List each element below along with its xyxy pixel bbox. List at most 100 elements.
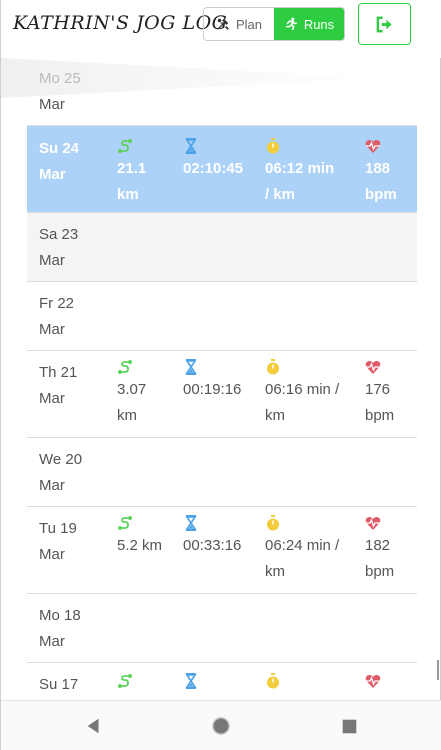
day-row[interactable]: Mo 18 Mar	[27, 594, 417, 663]
month-label: Mar	[39, 633, 65, 650]
day-row[interactable]: Tu 19 Mar 5.2 km 00:33:16 06:24 min / km…	[27, 507, 417, 594]
home-circle-icon	[212, 717, 230, 735]
day-label: Su 24	[39, 140, 80, 157]
day-row[interactable]: Th 21 Mar 3.07 km 00:19:16 06:16 min / k…	[27, 351, 417, 438]
tools-icon	[217, 18, 229, 30]
heart-rate-unit: bpm	[365, 186, 397, 203]
day-row-selected[interactable]: Su 24 Mar 21.1 km 02:10:45 06:12 min / k…	[27, 126, 417, 213]
duration-value: 00:33:16	[183, 537, 242, 554]
heart-rate-icon	[365, 140, 381, 153]
day-label: Su 17	[39, 676, 79, 693]
route-icon	[118, 516, 132, 530]
day-label: Mo 25	[39, 70, 81, 87]
duration-value: 02:10:45	[183, 160, 244, 177]
day-label: Tu 19	[39, 520, 77, 537]
day-date: Fr 22 Mar	[39, 291, 74, 343]
app-title: KATHRIN'S JOG LOG	[13, 12, 228, 34]
heart-rate-icon	[365, 675, 381, 688]
heart-rate-value: 182	[365, 537, 391, 554]
day-row[interactable]: Fr 22 Mar	[27, 282, 417, 351]
pace-cell: 06:16 min / km	[265, 357, 339, 429]
hourglass-icon	[185, 138, 197, 154]
duration-value: 00:19:16	[183, 381, 242, 398]
plan-tab-label: Plan	[235, 16, 263, 32]
month-label: Mar	[39, 477, 65, 494]
day-row[interactable]: We 20 Mar	[27, 438, 417, 507]
distance-unit: km	[117, 186, 139, 203]
heart-rate-cell: 182 bpm	[365, 513, 394, 585]
month-label: Mar	[39, 390, 65, 407]
day-label: Sa 23	[39, 226, 79, 243]
route-icon	[118, 139, 132, 153]
pace-unit: km	[265, 563, 285, 580]
view-toggle: Plan Runs	[203, 7, 345, 41]
route-icon	[118, 674, 132, 688]
month-label: Mar	[39, 546, 65, 563]
day-date: We 20 Mar	[39, 447, 82, 499]
month-label: Mar	[39, 166, 66, 183]
pace-value: 06:16 min /	[265, 381, 340, 398]
hourglass-icon	[185, 515, 197, 531]
stopwatch-icon	[267, 359, 279, 375]
heart-rate-value: 188	[365, 160, 391, 177]
heart-rate-unit: bpm	[365, 407, 395, 424]
heart-rate-unit: bpm	[365, 563, 395, 580]
stopwatch-icon	[267, 515, 279, 531]
runs-tab[interactable]: Runs	[274, 8, 344, 40]
day-row[interactable]: Mo 25 Mar	[27, 58, 417, 126]
duration-cell: 02:10:45	[183, 136, 243, 182]
month-label: Mar	[39, 321, 65, 338]
route-icon	[118, 360, 132, 374]
distance-cell: 3.07 km	[117, 357, 146, 429]
distance-value: 21.1	[117, 160, 147, 177]
day-row[interactable]: Sa 23 Mar	[27, 213, 417, 282]
scrollbar[interactable]	[437, 660, 439, 680]
distance-value: 5.2 km	[117, 537, 163, 554]
home-button[interactable]	[208, 713, 234, 739]
distance-cell	[117, 671, 133, 691]
heart-rate-value: 176	[365, 381, 391, 398]
pace-cell: 06:24 min / km	[265, 513, 339, 585]
heart-rate-cell: 188 bpm	[365, 136, 397, 208]
runs-tab-label: Runs	[303, 16, 335, 32]
distance-value: 3.07	[117, 381, 147, 398]
day-label: We 20	[39, 451, 83, 468]
day-date: Sa 23 Mar	[39, 222, 78, 274]
day-label: Th 21	[39, 364, 78, 381]
pace-value: 06:12 min	[265, 160, 335, 177]
stopwatch-icon	[267, 673, 279, 689]
hourglass-icon	[185, 359, 197, 375]
recents-square-icon	[342, 719, 356, 733]
pace-cell: 06:12 min / km	[265, 136, 334, 208]
logout-button[interactable]	[358, 3, 411, 45]
back-triangle-icon	[87, 718, 99, 734]
distance-unit: km	[117, 407, 137, 424]
plan-tab[interactable]: Plan	[204, 8, 274, 40]
runs-list: Mo 25 Mar Su 24 Mar 21.1 km 02:10:45 06:…	[27, 58, 417, 723]
day-label: Fr 22	[39, 295, 75, 312]
day-label: Mo 18	[39, 607, 81, 624]
month-label: Mar	[39, 252, 65, 269]
month-label: Mar	[39, 96, 65, 113]
distance-cell: 21.1 km	[117, 136, 146, 208]
pace-unit: / km	[265, 186, 296, 203]
day-date: Tu 19 Mar	[39, 516, 77, 568]
pace-unit: km	[265, 407, 285, 424]
day-date: Su 24 Mar	[39, 136, 79, 188]
heart-rate-icon	[365, 361, 381, 374]
recents-button[interactable]	[336, 713, 362, 739]
duration-cell	[183, 671, 199, 691]
sign-out-icon	[376, 16, 392, 32]
app-header: KATHRIN'S JOG LOG Plan Runs	[1, 0, 441, 58]
phone-screen: KATHRIN'S JOG LOG Plan Runs Mo 25 Mar Su…	[0, 0, 441, 750]
back-button[interactable]	[81, 713, 107, 739]
duration-cell: 00:19:16	[183, 357, 241, 403]
stopwatch-icon	[267, 138, 279, 154]
day-date: Su 17	[39, 672, 78, 698]
running-icon	[285, 17, 297, 31]
distance-cell: 5.2 km	[117, 513, 162, 559]
pace-cell	[265, 671, 281, 691]
pace-value: 06:24 min /	[265, 537, 340, 554]
system-nav-bar	[1, 700, 441, 750]
heart-rate-icon	[365, 517, 381, 530]
